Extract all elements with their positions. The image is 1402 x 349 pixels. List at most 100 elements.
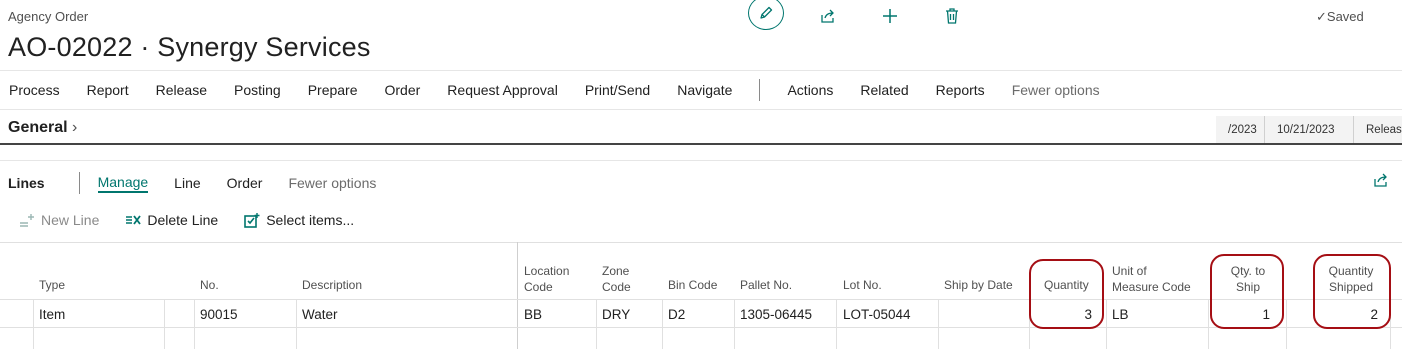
tab-manage[interactable]: Manage	[97, 174, 149, 193]
delete-button[interactable]	[939, 3, 965, 29]
cell-zone-code[interactable]: DRY	[602, 307, 630, 322]
col-header-uom-line2: Measure Code	[1112, 280, 1191, 294]
saved-label: Saved	[1326, 9, 1364, 24]
frozen-column-divider	[517, 242, 518, 349]
trash-icon	[946, 8, 958, 24]
breadcrumb: Agency Order	[8, 9, 89, 24]
menu-order[interactable]: Order	[385, 82, 421, 98]
menu-posting[interactable]: Posting	[234, 82, 281, 98]
col-header-zone-code[interactable]: Zone Code	[602, 263, 631, 295]
share-icon	[1374, 173, 1387, 187]
column-divider	[734, 299, 735, 349]
menu-prepare[interactable]: Prepare	[308, 82, 358, 98]
lines-label: Lines	[8, 175, 45, 191]
quantity-shipped-highlight-outline	[1313, 254, 1391, 329]
column-divider	[836, 299, 837, 349]
lines-toolbar: New Line Delete Line Select items...	[19, 212, 380, 228]
menu-process[interactable]: Process	[9, 82, 60, 98]
plus-icon	[883, 9, 897, 23]
lines-divider	[78, 172, 80, 194]
lines-tabbar: Lines Manage Line Order Fewer options	[8, 172, 402, 194]
column-divider	[296, 299, 297, 349]
column-divider	[1208, 299, 1209, 349]
cell-pallet-no[interactable]: 1305-06445	[740, 307, 812, 322]
col-header-type[interactable]: Type	[39, 277, 65, 293]
col-header-unit-of-measure-code[interactable]: Unit of Measure Code	[1112, 263, 1191, 295]
menu-report[interactable]: Report	[87, 82, 129, 98]
menu-actions[interactable]: Actions	[787, 82, 833, 98]
share-button[interactable]	[815, 3, 841, 29]
col-header-uom-line1: Unit of	[1112, 264, 1147, 278]
tab-line[interactable]: Line	[174, 175, 200, 191]
select-items-button[interactable]: Select items...	[244, 212, 354, 228]
column-divider	[1106, 299, 1107, 349]
column-divider	[938, 299, 939, 349]
grid-top-border	[0, 242, 1402, 243]
cell-location-code[interactable]: BB	[524, 307, 542, 322]
new-line-button[interactable]: New Line	[19, 212, 99, 228]
column-divider	[596, 299, 597, 349]
col-header-ship-by-date[interactable]: Ship by Date	[944, 277, 1013, 293]
quantity-highlight-outline	[1029, 259, 1104, 329]
menu-divider	[759, 79, 761, 101]
col-header-no[interactable]: No.	[200, 277, 219, 293]
delete-line-icon	[125, 213, 142, 227]
cell-type[interactable]: Item	[39, 307, 65, 322]
add-button[interactable]	[877, 3, 903, 29]
chevron-right-icon: ›	[72, 119, 78, 136]
cell-bin-code[interactable]: D2	[668, 307, 685, 322]
general-cell-status: Releas	[1353, 116, 1402, 144]
fewer-options-button[interactable]: Fewer options	[1012, 82, 1100, 98]
col-header-description[interactable]: Description	[302, 277, 362, 293]
general-divider	[0, 143, 1402, 145]
col-header-pallet-no[interactable]: Pallet No.	[740, 277, 792, 293]
menu-release[interactable]: Release	[156, 82, 207, 98]
menu-print-send[interactable]: Print/Send	[585, 82, 650, 98]
general-cell-date2: 10/21/2023	[1264, 116, 1353, 144]
menu-reports[interactable]: Reports	[936, 82, 985, 98]
delete-line-button[interactable]: Delete Line	[125, 212, 218, 228]
column-divider	[662, 299, 663, 349]
lines-share-button[interactable]	[1368, 167, 1394, 193]
row-divider	[0, 327, 1402, 328]
menu-navigate[interactable]: Navigate	[677, 82, 732, 98]
new-line-icon	[19, 213, 35, 227]
select-items-icon	[244, 212, 260, 228]
col-header-location-code-line1: Location	[524, 264, 570, 278]
column-divider	[1286, 299, 1287, 349]
col-header-bin-code[interactable]: Bin Code	[668, 277, 717, 293]
action-bar: Process Report Release Posting Prepare O…	[0, 70, 1402, 110]
col-header-zone-code-line1: Zone	[602, 264, 630, 278]
column-divider	[194, 299, 195, 349]
col-header-zone-code-line2: Code	[602, 280, 631, 294]
lines-top-border	[0, 160, 1402, 161]
general-cell-date1: /2023	[1216, 116, 1264, 144]
general-summary-cells: /2023 10/21/2023 Releas	[1216, 116, 1402, 144]
col-header-lot-no[interactable]: Lot No.	[843, 277, 882, 293]
tab-order[interactable]: Order	[227, 175, 263, 191]
lines-fewer-options-button[interactable]: Fewer options	[288, 175, 376, 191]
new-line-label: New Line	[41, 212, 100, 228]
menu-related[interactable]: Related	[860, 82, 908, 98]
pencil-icon	[760, 6, 773, 19]
col-header-location-code-line2: Code	[524, 280, 553, 294]
edit-button[interactable]	[748, 0, 784, 30]
cell-lot-no[interactable]: LOT-05044	[843, 307, 911, 322]
check-icon: ✓	[1316, 9, 1327, 24]
col-header-location-code[interactable]: Location Code	[524, 263, 569, 295]
cell-description[interactable]: Water	[302, 307, 338, 322]
select-items-label: Select items...	[266, 212, 355, 228]
cell-no[interactable]: 90015	[200, 307, 238, 322]
share-icon	[821, 9, 834, 23]
column-divider	[33, 299, 34, 349]
saved-status: ✓Saved	[1316, 9, 1364, 25]
cell-unit-of-measure[interactable]: LB	[1112, 307, 1129, 322]
general-label: General	[8, 119, 68, 136]
page-title: AO-02022 · Synergy Services	[8, 32, 371, 62]
qty-to-ship-highlight-outline	[1210, 254, 1284, 329]
header-row-divider	[0, 299, 1402, 300]
general-section-header[interactable]: General ›	[8, 119, 77, 137]
delete-line-label: Delete Line	[147, 212, 219, 228]
menu-request-approval[interactable]: Request Approval	[447, 82, 558, 98]
column-divider	[164, 299, 165, 349]
